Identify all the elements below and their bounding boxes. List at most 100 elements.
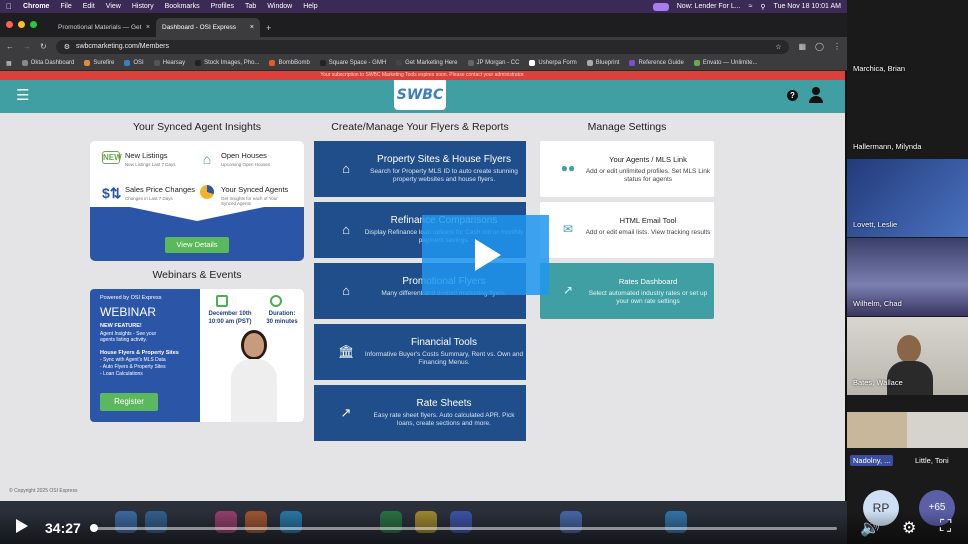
menu-tab[interactable]: Tab	[245, 3, 256, 10]
wifi-icon[interactable]: ≈	[749, 3, 753, 10]
participant-tile[interactable]	[847, 412, 907, 448]
swbc-logo[interactable]: SWBC	[394, 80, 446, 110]
tab-dashboard[interactable]: Dashboard - OSI Express ×	[156, 18, 260, 37]
help-icon[interactable]: ?	[787, 90, 798, 101]
bookmark-item[interactable]: Get Marketing Here	[396, 60, 458, 66]
tab-label: Promotional Materials — Get	[58, 24, 142, 31]
bookmark-item[interactable]: Surefire	[84, 60, 114, 66]
menubar-app[interactable]: Chrome	[23, 3, 49, 10]
participant-name: Marchica, Brian	[853, 64, 906, 73]
url-text: swbcmarketing.com/Members	[75, 43, 169, 50]
menu-bookmarks[interactable]: Bookmarks	[165, 3, 200, 10]
insight-title: Your Synced Agents	[221, 185, 289, 194]
volume-icon[interactable]: 🔊	[860, 518, 880, 538]
participant-tile[interactable]: Marchica, Brian	[847, 0, 968, 80]
menu-history[interactable]: History	[132, 3, 154, 10]
flyer-desc: Search for Property MLS ID to auto creat…	[370, 168, 518, 183]
webinar-card[interactable]: Powered by OSI Express WEBINAR NEW FEATU…	[90, 289, 304, 422]
close-window-icon[interactable]	[6, 21, 13, 28]
apps-grid-icon[interactable]: ▦	[6, 60, 12, 67]
web-page: Your subscription to SWBC Marketing Tool…	[0, 71, 845, 501]
bookmark-item[interactable]: Envato — Unlimite...	[693, 60, 758, 66]
settings-gear-icon[interactable]: ⚙	[902, 518, 916, 538]
setting-agents-mls[interactable]: ●● Your Agents / MLS Link Add or edit un…	[540, 141, 714, 197]
setting-rates-dashboard[interactable]: ↗ Rates Dashboard Select automated indus…	[540, 263, 714, 319]
user-account-icon[interactable]	[809, 87, 823, 103]
tab-promotional-materials[interactable]: Promotional Materials — Get ×	[52, 18, 156, 37]
new-tab-icon[interactable]: +	[266, 23, 271, 33]
house-icon: ⌂	[342, 161, 350, 176]
menu-dots-icon[interactable]: ⋮	[833, 42, 841, 51]
register-button[interactable]: Register	[100, 393, 158, 411]
insight-title: Open Houses	[221, 151, 267, 160]
now-playing[interactable]: Now: Lender For L...	[677, 3, 741, 10]
users-icon: ●●	[560, 161, 576, 175]
flyer-financial-tools[interactable]: 🏛 Financial Tools Informative Buyer's Co…	[314, 324, 526, 380]
participant-name: Bates, Wallace	[853, 378, 903, 387]
flyer-property-sites[interactable]: ⌂ Property Sites & House Flyers Search f…	[314, 141, 526, 197]
webinar-list-title: House Flyers & Property Sites	[100, 350, 179, 356]
progress-bar[interactable]	[92, 527, 837, 530]
bookmark-item[interactable]: JP Morgan - CC	[467, 60, 519, 66]
participant-tile[interactable]: Bates, Wallace	[847, 317, 968, 395]
bookmark-item[interactable]: Hearsay	[153, 60, 185, 66]
copyright: © Copyright 2025 OSI Express	[9, 488, 78, 494]
minimize-window-icon[interactable]	[18, 21, 25, 28]
presenter-image	[231, 330, 277, 422]
menubar-datetime[interactable]: Tue Nov 18 10:01 AM	[774, 3, 841, 10]
progress-knob[interactable]	[90, 524, 98, 532]
bookmark-item[interactable]: Blueprint	[586, 60, 619, 66]
screen-share-icon[interactable]	[652, 2, 669, 11]
view-details-button[interactable]: View Details	[165, 237, 229, 253]
bookmark-item[interactable]: Square Space - GMH	[319, 60, 386, 66]
participant-name: Nadolny, ...	[850, 455, 894, 466]
menu-file[interactable]: File	[60, 3, 71, 10]
reload-icon[interactable]: ↻	[40, 42, 47, 51]
participant-name: Wilhelm, Chad	[853, 299, 902, 308]
setting-desc: Select automated industry rates or set u…	[588, 290, 708, 305]
participant-tile[interactable]	[907, 412, 968, 448]
site-info-icon[interactable]: ⚙	[64, 43, 70, 51]
search-icon[interactable]: ⚲	[760, 3, 765, 11]
participant-tile[interactable]: Hallermann, Milynda	[847, 80, 968, 158]
url-field[interactable]: ⚙ swbcmarketing.com/Members ☆	[55, 39, 790, 54]
bookmark-item[interactable]: Usherpa Form	[529, 60, 577, 66]
setting-html-email[interactable]: ✉ HTML Email Tool Add or edit email list…	[540, 202, 714, 258]
bookmark-item[interactable]: Okta Dashboard	[21, 60, 74, 66]
webinar-feature-text: Agent Insights - See your agents listing…	[100, 331, 157, 343]
participant-tile[interactable]: Wilhelm, Chad	[847, 238, 968, 316]
insight-open-houses[interactable]: ⌂ Open Houses Upcoming Open Houses	[198, 151, 270, 167]
menu-help[interactable]: Help	[303, 3, 317, 10]
play-button[interactable]	[16, 519, 28, 533]
webinar-duration-label: Duration:	[268, 311, 296, 317]
video-play-overlay[interactable]	[422, 215, 549, 295]
forward-icon[interactable]: →	[23, 42, 31, 51]
zoom-window-icon[interactable]	[30, 21, 37, 28]
close-tab-icon[interactable]: ×	[250, 24, 254, 31]
flyer-rate-sheets[interactable]: ↗ Rate Sheets Easy rate sheet flyers. Au…	[314, 385, 526, 441]
back-icon[interactable]: ←	[6, 42, 14, 51]
tab-label: Dashboard - OSI Express	[162, 24, 237, 31]
bookmark-item[interactable]: Stock Images, Pho...	[195, 60, 259, 66]
bookmark-item[interactable]: BombBomb	[269, 60, 310, 66]
house-dollar-icon: ⌂	[342, 222, 350, 237]
close-tab-icon[interactable]: ×	[146, 24, 150, 31]
bookmark-item[interactable]: OSI	[124, 60, 144, 66]
menu-view[interactable]: View	[106, 3, 121, 10]
menu-window[interactable]: Window	[267, 3, 292, 10]
bookmark-star-icon[interactable]: ☆	[775, 43, 781, 51]
bookmark-item[interactable]: Reference Guide	[629, 60, 684, 66]
insight-sales-price-changes[interactable]: $⇅ Sales Price Changes Changes in Last 7 …	[102, 185, 195, 201]
menu-edit[interactable]: Edit	[83, 3, 95, 10]
participant-tile[interactable]: Lovett, Leslie	[847, 159, 968, 237]
hamburger-menu-icon[interactable]: ☰	[16, 88, 29, 103]
extensions-icon[interactable]: ▦	[798, 42, 806, 51]
insight-new-listings[interactable]: NEW New Listings New Listings Last 7 Days	[102, 151, 176, 167]
fullscreen-icon[interactable]: ⛶	[940, 518, 951, 536]
menu-profiles[interactable]: Profiles	[211, 3, 234, 10]
profile-icon[interactable]: ◯	[815, 42, 824, 51]
line-chart-icon: ↗	[340, 405, 352, 420]
calendar-icon	[216, 295, 228, 307]
apple-icon[interactable]: 	[6, 2, 12, 11]
insight-synced-agents[interactable]: Your Synced Agents Get Insights for each …	[198, 185, 291, 206]
